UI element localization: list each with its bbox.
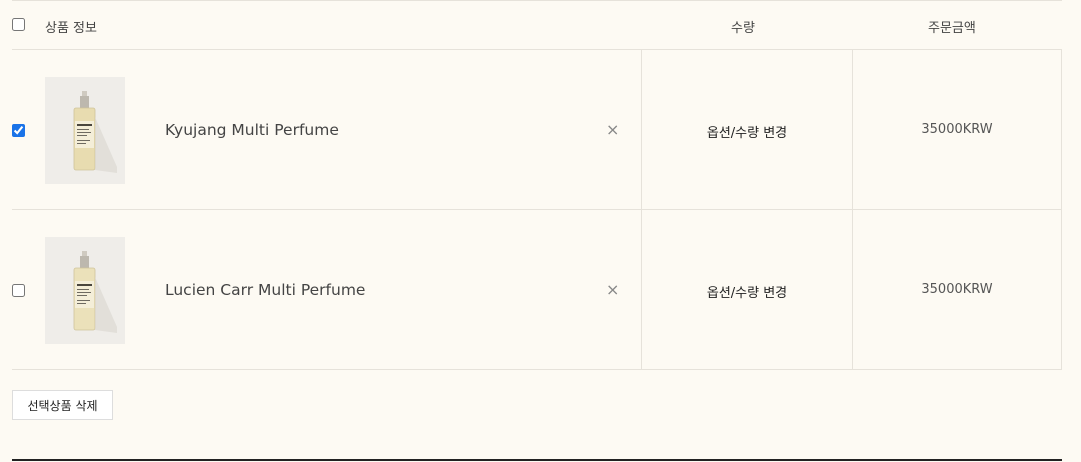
- select-all-checkbox[interactable]: [12, 18, 25, 31]
- header-product-info: 상품 정보: [45, 21, 97, 36]
- perfume-bottle-image: [45, 77, 125, 184]
- cart-item-row: Kyujang Multi Perfume × 옵션/수량 변경 35000KR…: [12, 50, 1062, 210]
- product-thumbnail[interactable]: [45, 237, 125, 344]
- item-price: 35000KRW: [921, 122, 993, 137]
- item-price: 35000KRW: [921, 282, 993, 297]
- header-order-amount: 주문금액: [928, 21, 976, 36]
- change-option-quantity-link[interactable]: 옵션/수량 변경: [642, 282, 852, 301]
- product-thumbnail[interactable]: [45, 77, 125, 184]
- item-select-checkbox[interactable]: [12, 284, 25, 297]
- cart-item-row: Lucien Carr Multi Perfume × 옵션/수량 변경 350…: [12, 210, 1062, 370]
- perfume-bottle-image: [45, 237, 125, 344]
- cart-table-header: 상품 정보 수량 주문금액: [12, 1, 1062, 50]
- item-select-checkbox[interactable]: [12, 124, 25, 137]
- remove-item-icon[interactable]: ×: [606, 280, 619, 299]
- product-name[interactable]: Kyujang Multi Perfume: [165, 121, 339, 139]
- product-name[interactable]: Lucien Carr Multi Perfume: [165, 281, 365, 299]
- remove-item-icon[interactable]: ×: [606, 120, 619, 139]
- header-quantity: 수량: [731, 21, 755, 36]
- change-option-quantity-link[interactable]: 옵션/수량 변경: [642, 122, 852, 141]
- section-bottom-border: [12, 459, 1062, 461]
- delete-selected-button[interactable]: 선택상품 삭제: [12, 390, 113, 420]
